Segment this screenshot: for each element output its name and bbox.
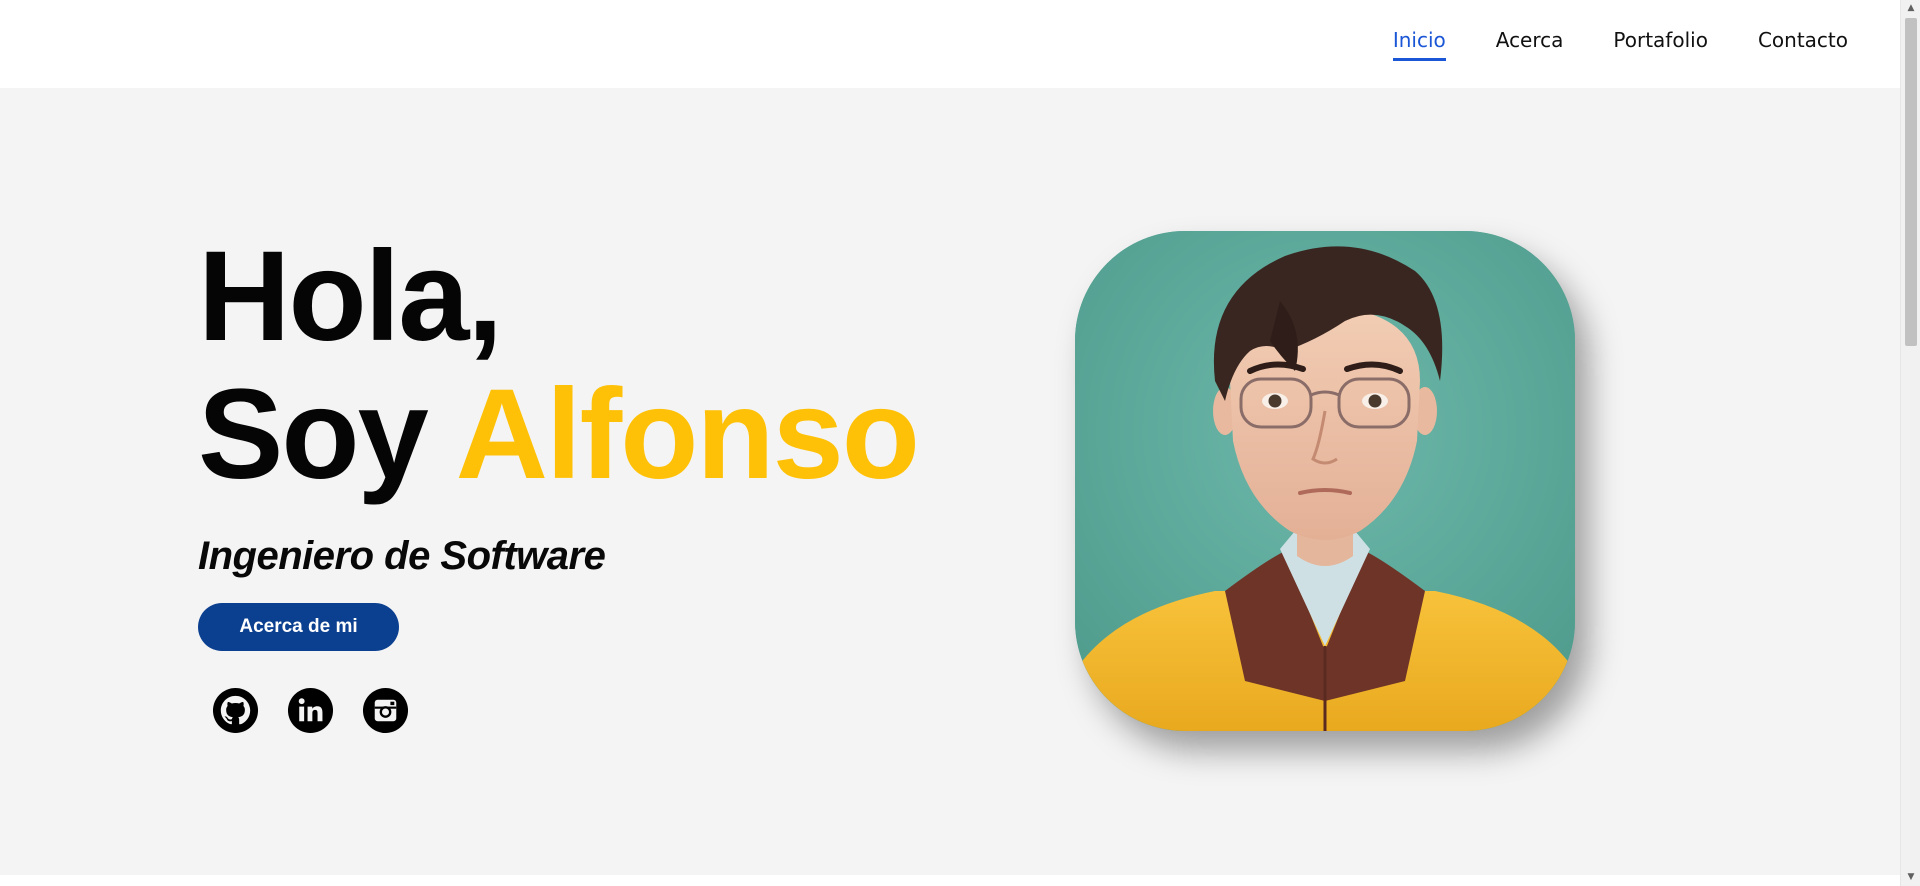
nav-links: Inicio Acerca Portafolio Contacto	[1392, 28, 1848, 61]
social-links	[212, 687, 918, 734]
headline-intro: Soy Alfonso	[198, 363, 920, 506]
github-link[interactable]	[212, 687, 259, 734]
hero-section: Hola, Soy Alfonso Ingeniero de Software …	[0, 88, 1900, 875]
scroll-down-arrow-icon[interactable]: ▼	[1901, 869, 1920, 886]
vertical-scrollbar[interactable]: ▲ ▼	[1900, 0, 1920, 886]
portrait-illustration	[1075, 231, 1575, 731]
headline-name: Alfonso	[455, 363, 920, 506]
linkedin-icon	[287, 687, 334, 734]
headline-greeting: Hola,	[198, 225, 503, 368]
github-icon	[212, 687, 259, 734]
top-navbar: Inicio Acerca Portafolio Contacto	[0, 0, 1900, 88]
hero-subtitle: Ingeniero de Software	[198, 534, 606, 578]
nav-link-inicio[interactable]: Inicio	[1392, 28, 1446, 61]
nav-link-contacto[interactable]: Contacto	[1758, 28, 1848, 61]
nav-link-acerca[interactable]: Acerca	[1496, 28, 1564, 61]
page-bottom-strip	[0, 875, 1900, 886]
scroll-up-arrow-icon[interactable]: ▲	[1901, 0, 1920, 17]
hero-text: Hola, Soy Alfonso Ingeniero de Software …	[198, 225, 920, 734]
instagram-icon	[362, 687, 409, 734]
linkedin-link[interactable]	[287, 687, 334, 734]
nav-link-portafolio[interactable]: Portafolio	[1613, 28, 1708, 61]
scrollbar-thumb[interactable]	[1905, 18, 1917, 346]
instagram-link[interactable]	[362, 687, 409, 734]
headline-intro-prefix: Soy	[198, 363, 429, 506]
about-me-button[interactable]: Acerca de mi	[198, 603, 399, 651]
profile-portrait	[1075, 231, 1575, 731]
